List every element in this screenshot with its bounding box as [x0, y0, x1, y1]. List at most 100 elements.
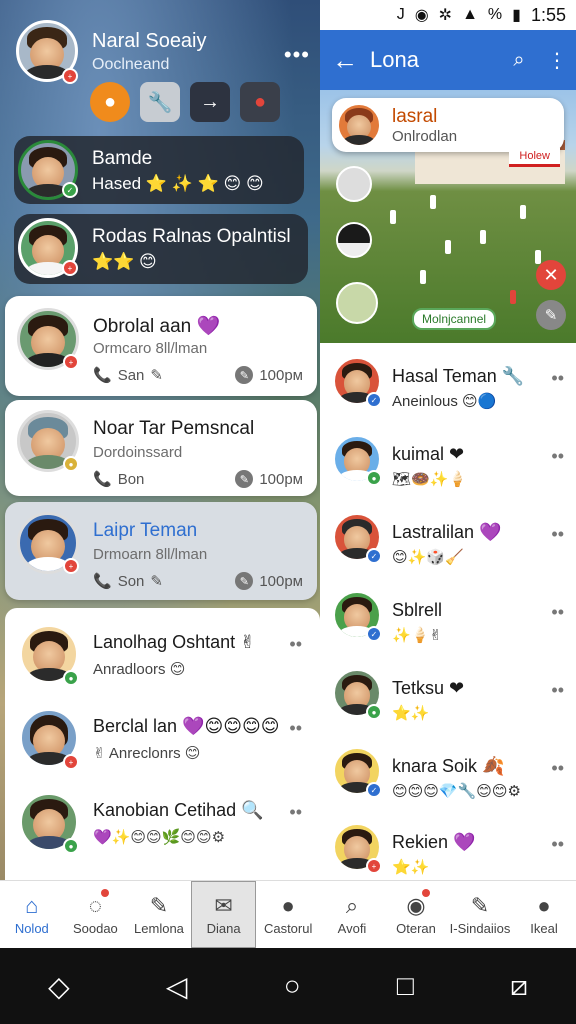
nav-edit[interactable]: ✎ I-Sindaiios [448, 881, 512, 948]
wrench-icon[interactable]: 🔧 [140, 82, 180, 122]
list-name: kuimal ❤ [392, 444, 465, 464]
status-badge: + [366, 858, 382, 874]
contact-meta: 📞 San ✎ [93, 366, 163, 385]
nav-profile[interactable]: ● Ikeal [512, 881, 576, 948]
contact-card[interactable]: ● Noar Tar Pemsncal Dordoinssard 📞 Bon ✎… [5, 400, 317, 496]
search-icon[interactable]: ⌕ [500, 49, 538, 72]
edit-icon[interactable]: ✎ [536, 300, 566, 330]
list-sub: 😊😊😊💎🔧😊😊⚙ [392, 783, 521, 800]
contact-card-selected[interactable]: + Laipr Teman Drmoarn 8ll/lman 📞 Son ✎ ✎… [5, 502, 317, 600]
more-icon[interactable]: •• [289, 634, 302, 655]
recents-icon[interactable]: □ [397, 970, 414, 1002]
verified-badge: ✓ [366, 548, 382, 564]
screenshot-icon[interactable]: ⧄ [510, 970, 528, 1003]
status-badge: + [63, 754, 79, 770]
list-item[interactable]: ● Lanolhag Oshtant ✌ Anradloors 😊 •• [5, 614, 320, 698]
list-item[interactable]: ● Tetksu ❤ ⭐✨ •• [320, 662, 576, 740]
home-circle-icon[interactable]: ○ [284, 970, 301, 1002]
list-name: Kanobian Cetihad 🔍 [93, 800, 264, 820]
pencil-icon[interactable]: ✎ [235, 572, 254, 590]
mail-icon: ✉ [214, 893, 233, 918]
status-badge: + [62, 68, 78, 84]
player [535, 250, 541, 264]
notification-dot [422, 889, 430, 897]
side-avatar[interactable] [336, 282, 378, 324]
field-profile-card[interactable]: lasral Onlrodlan [332, 98, 564, 152]
list-item[interactable]: ● kuimal ❤ 🗺🍩✨🍦 •• [320, 428, 576, 506]
chip-card-bamde[interactable]: ✓ Bamde Hased ⭐ ✨ ⭐ 😊 😊 [14, 136, 304, 204]
field-card-name: lasral [392, 106, 438, 127]
back-arrow-icon[interactable]: ← [320, 45, 370, 76]
back-icon[interactable]: ◁ [166, 970, 188, 1003]
edit-icon[interactable]: ✎ [150, 366, 163, 384]
more-icon[interactable]: •• [551, 368, 564, 389]
pencil-icon[interactable]: ✎ [235, 470, 254, 488]
phone-icon: 📞 [93, 573, 112, 590]
app-bar-title: Lona [370, 47, 419, 72]
more-icon[interactable]: •• [551, 446, 564, 467]
list-item[interactable]: + Berclal lan 💜😊😊😊😊 ✌ Anreclonrs 😊 •• [5, 698, 320, 782]
avatar-icon[interactable]: ● [240, 82, 280, 122]
percent-icon: % [487, 6, 503, 23]
contact-sub: Drmoarn 8ll/lman [93, 546, 208, 563]
nav-search[interactable]: ⌕ Avofi [320, 881, 384, 948]
overflow-menu-icon[interactable]: ⋮ [538, 48, 576, 73]
field-avatar [336, 102, 382, 148]
close-icon[interactable]: ✕ [536, 260, 566, 290]
list-item[interactable]: ✓ Hasal Teman 🔧 Aneinlous 😊🔵 •• [320, 350, 576, 428]
field-label: Molnjcannel [412, 308, 497, 330]
contact-name: Obrolal aan 💜 [93, 316, 221, 337]
person-add-icon[interactable]: ● [90, 82, 130, 122]
more-icon[interactable]: ••• [284, 42, 310, 68]
more-icon[interactable]: •• [551, 524, 564, 545]
profile-name: Naral Soeaiy [92, 30, 207, 52]
arrow-right-icon[interactable]: → [190, 82, 230, 122]
side-avatar[interactable] [336, 166, 372, 202]
list-sub: ⭐✨ [392, 705, 430, 722]
contact-name: Laipr Teman [93, 520, 198, 541]
more-icon[interactable]: •• [551, 758, 564, 779]
more-icon[interactable]: •• [551, 680, 564, 701]
online-badge: ● [366, 470, 382, 486]
contact-sub: Ormcaro 8ll/lman [93, 340, 208, 357]
player [510, 290, 516, 304]
person-icon: ● [537, 893, 551, 918]
edit-icon[interactable]: ✎ [150, 572, 163, 590]
list-item[interactable]: ● Kanobian Cetihad 🔍 💜✨😊😊🌿😊😊⚙ •• [5, 782, 320, 866]
online-badge: ● [63, 838, 79, 854]
contact-card[interactable]: + Obrolal aan 💜 Ormcaro 8ll/lman 📞 San ✎… [5, 296, 317, 396]
conversation-list: ● Lanolhag Oshtant ✌ Anradloors 😊 •• + B… [5, 608, 320, 880]
list-item[interactable]: ✓ knara Soik 🍂 😊😊😊💎🔧😊😊⚙ •• [320, 740, 576, 818]
pencil-icon[interactable]: ✎ [235, 366, 254, 384]
more-icon[interactable]: •• [289, 802, 302, 823]
nav-mail[interactable]: ✉ Diana [190, 881, 257, 948]
nav-chat[interactable]: ◌ Soodao [64, 881, 128, 948]
more-icon[interactable]: •• [551, 834, 564, 855]
player [520, 205, 526, 219]
profile-header: + Naral Soeaiy Ooclneand ••• ● 🔧 → ● [10, 14, 320, 129]
chip-card-rodas[interactable]: + Rodas Ralnas Opalntisl ⭐⭐ 😊 [14, 214, 308, 284]
j-icon: J [396, 6, 405, 23]
notification-dot [101, 889, 110, 897]
diamond-icon[interactable]: ◇ [48, 970, 70, 1003]
side-avatar[interactable] [336, 222, 372, 258]
o-icon: ◉ [414, 7, 429, 24]
nav-edit[interactable]: ✎ Lemlona [127, 881, 191, 948]
list-sub: ✨🍦✌ [392, 627, 442, 644]
more-icon[interactable]: •• [289, 718, 302, 739]
list-item[interactable]: ✓ Lastralilan 💜 😊✨🎲🧹 •• [320, 506, 576, 584]
chip-title: Rodas Ralnas Opalntisl [92, 226, 291, 247]
chip-sub: Hased ⭐ ✨ ⭐ 😊 😊 [92, 174, 264, 193]
field-preview[interactable]: lasral Onlrodlan Holew Molnjcannel ✕ ✎ [320, 90, 576, 343]
nav-disc[interactable]: ◉ Oteran [384, 881, 448, 948]
nav-home[interactable]: ⌂ Nolod [0, 881, 64, 948]
more-icon[interactable]: •• [551, 602, 564, 623]
list-item[interactable]: ✓ Sblrell ✨🍦✌ •• [320, 584, 576, 662]
chat-icon: ◌ [88, 893, 102, 918]
player [480, 230, 486, 244]
phone-icon: 📞 [93, 367, 112, 384]
system-navigation-bar: ◇ ◁ ○ □ ⧄ [0, 948, 576, 1024]
nav-profile[interactable]: ● Castorul [256, 881, 320, 948]
contact-time: ✎ 100рм [235, 572, 303, 590]
gear-icon: ✲ [438, 7, 453, 24]
